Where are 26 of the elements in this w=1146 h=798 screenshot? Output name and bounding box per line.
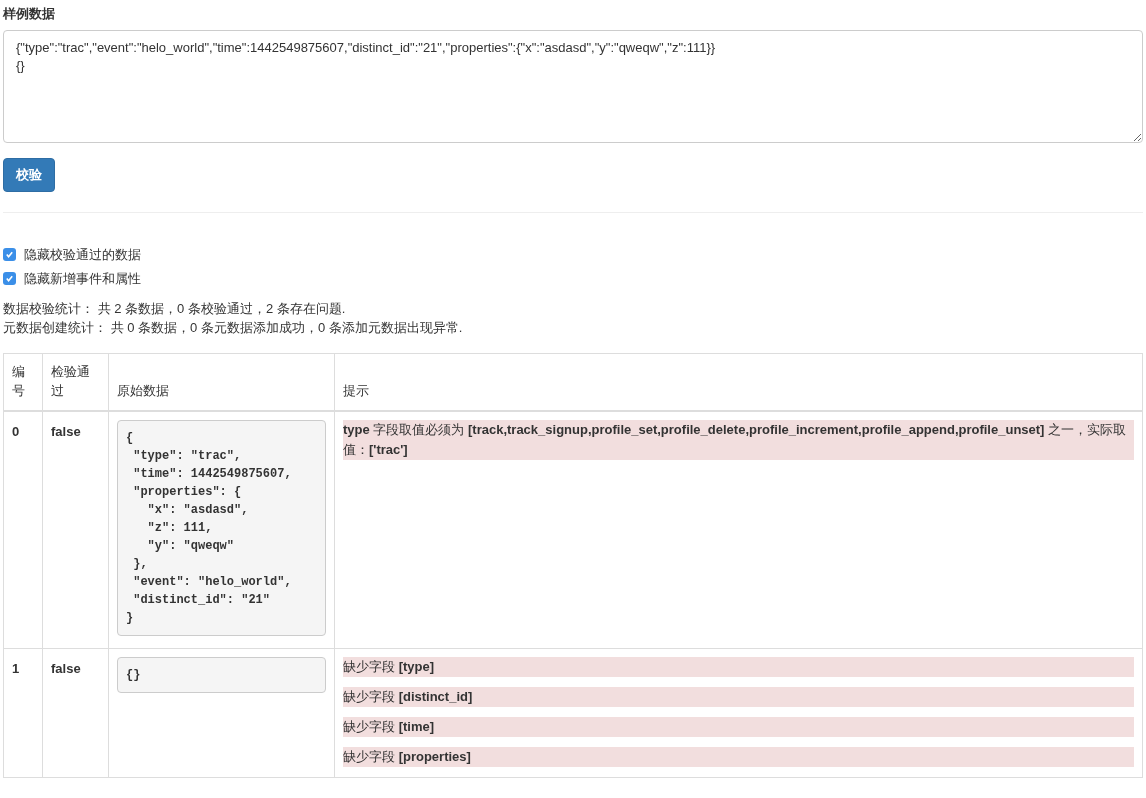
- error-message: 缺少字段 [distinct_id]: [343, 687, 1134, 707]
- statistics-text: 数据校验统计： 共 2 条数据，0 条校验通过，2 条存在问题.: [3, 299, 347, 318]
- table-cell: false: [42, 648, 109, 778]
- field-label: 样例数据: [3, 5, 55, 23]
- code-block: {}: [117, 657, 326, 693]
- error-message: 缺少字段 [type]: [343, 657, 1134, 677]
- checkbox[interactable]: [3, 248, 16, 261]
- error-message: 缺少字段 [time]: [343, 717, 1134, 737]
- sample-data-input[interactable]: {"type":"trac","event":"helo_world","time":1442549875607,"distinct_id":"21","properties":{"x":"asdasd","y":"qweqw","z":111}} {}: [3, 29, 1143, 143]
- table-cell: false: [42, 411, 109, 649]
- error-message: 缺少字段 [properties]: [343, 747, 1134, 767]
- column-header: 原始数据: [108, 353, 335, 411]
- statistics-text: 元数据创建统计： 共 0 条数据，0 条元数据添加成功，0 条添加元数据出现异常.: [3, 318, 464, 337]
- checkmark-icon: [5, 250, 14, 259]
- validate-button[interactable]: 校验: [3, 157, 55, 192]
- column-header: 检验通过: [42, 353, 109, 411]
- checkbox-label: 隐藏新增事件和属性: [24, 269, 141, 288]
- checkmark-icon: [5, 274, 14, 283]
- table-cell: 0: [3, 411, 43, 649]
- column-header: 提示: [334, 353, 1143, 411]
- checkbox-label: 隐藏校验通过的数据: [24, 245, 141, 264]
- column-header: 编号: [3, 353, 43, 411]
- code-block: { "type": "trac", "time": 1442549875607, "properties": { "x": "asdasd", "z": 111, "y": "qweqw" }, "event": "helo_world", "distinct_id": "21" }: [117, 420, 326, 636]
- checkbox[interactable]: [3, 272, 16, 285]
- error-message: type 字段取值必须为 [track,track_signup,profile_set,profile_delete,profile_increment,profile_append,profile_unset] 之一，实际取值：['trac']: [343, 420, 1134, 460]
- table-cell: 1: [3, 648, 43, 778]
